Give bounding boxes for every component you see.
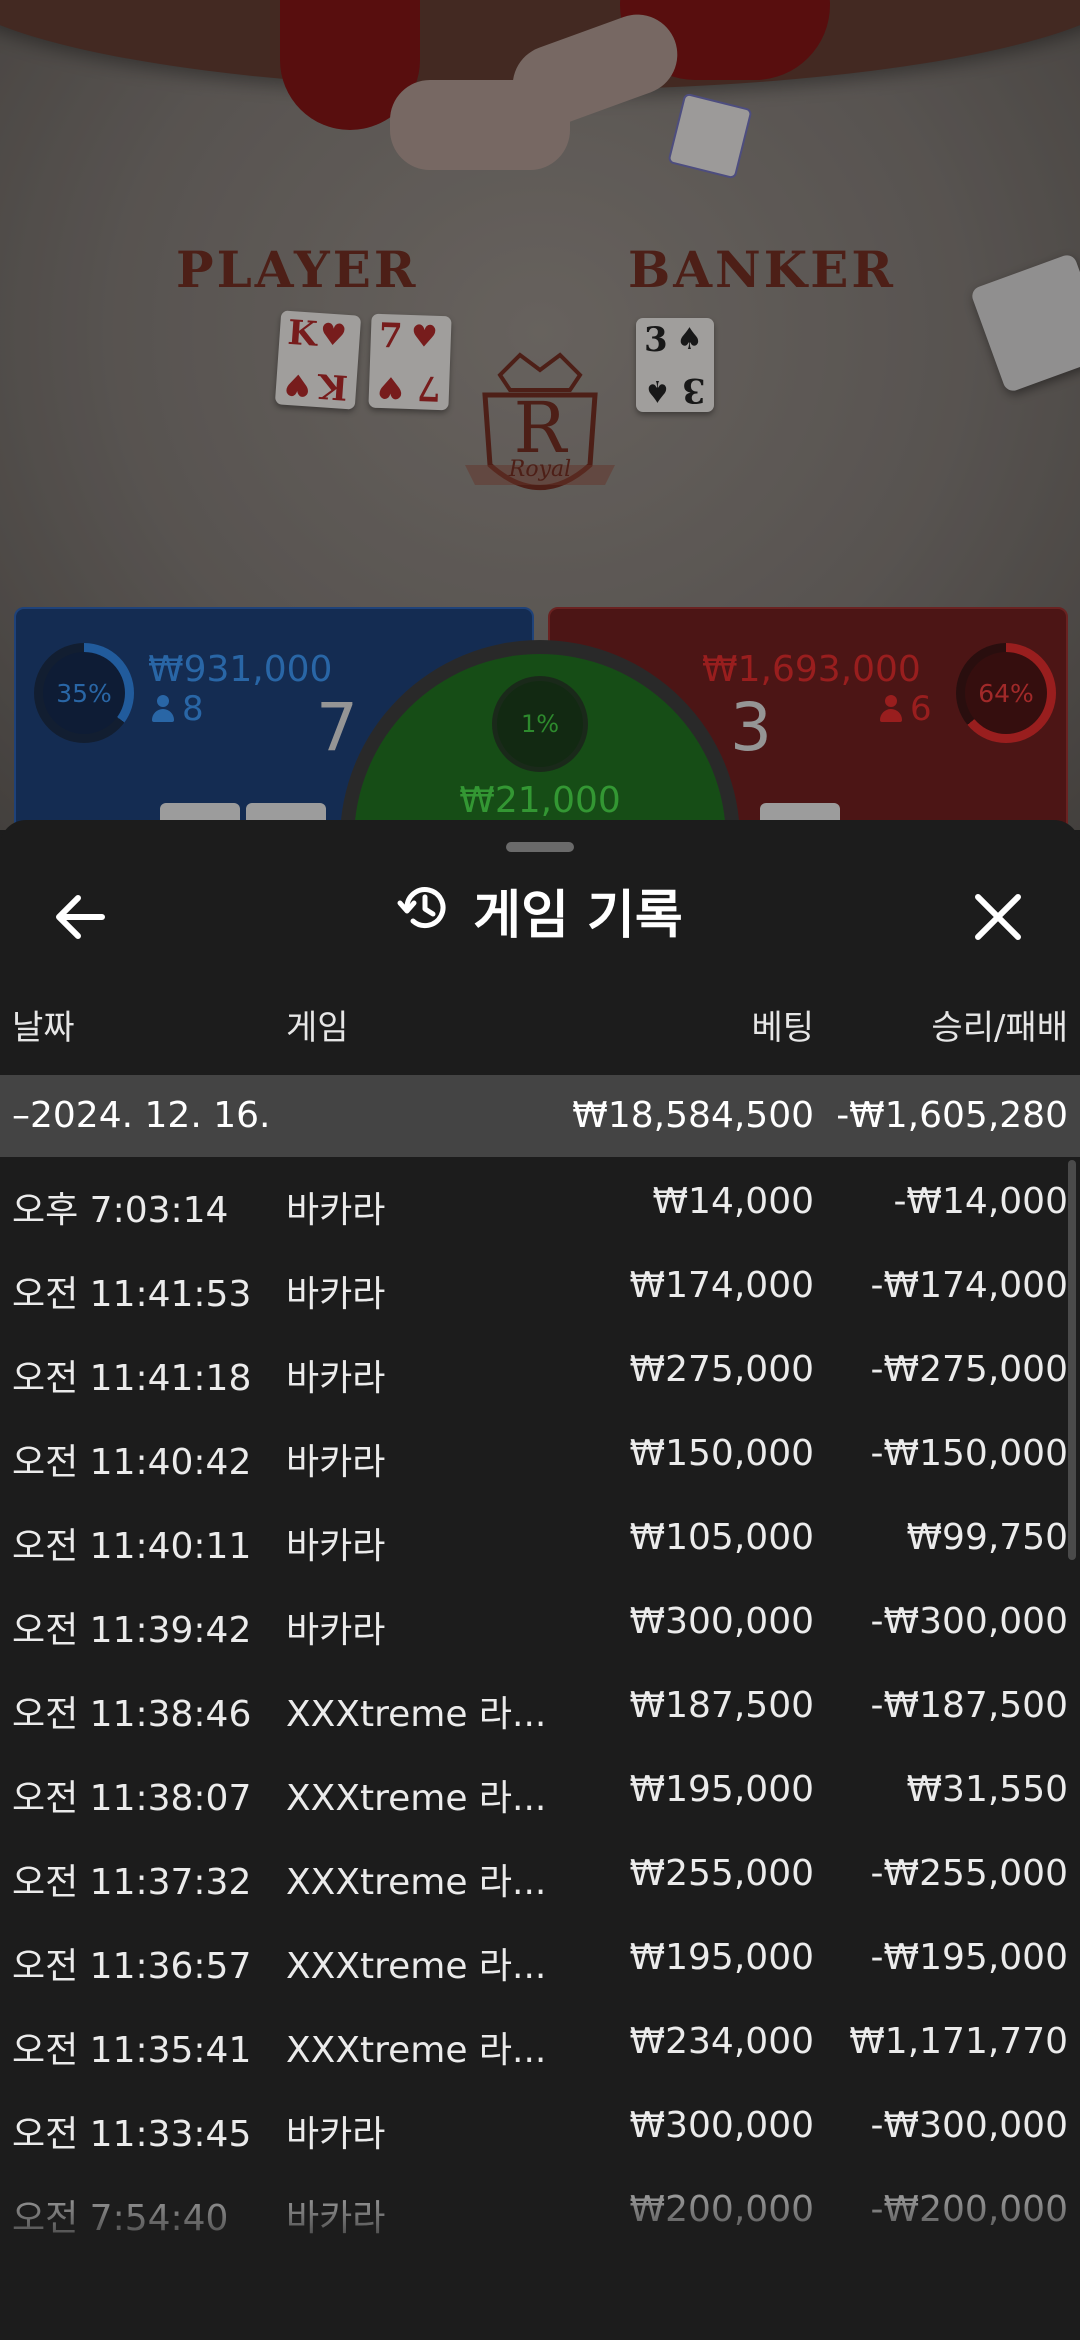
- close-button[interactable]: [963, 882, 1033, 952]
- row-win-loss: -₩150,000: [870, 1433, 1068, 1474]
- row-bet: ₩234,000: [629, 2021, 814, 2062]
- row-win-loss: ₩99,750: [906, 1517, 1068, 1558]
- row-win-loss: -₩174,000: [870, 1265, 1068, 1306]
- sheet-title: 게임 기록: [0, 860, 1080, 960]
- sheet-header: 게임 기록: [0, 860, 1080, 960]
- row-win-loss: -₩300,000: [870, 2105, 1068, 2146]
- history-row[interactable]: 오전 11:39:42 바카라 ₩300,000 -₩300,000: [0, 1577, 1080, 1661]
- row-bet: ₩150,000: [629, 1433, 814, 1474]
- row-bet: ₩14,000: [652, 1181, 814, 1222]
- table-column-headers: 날짜 게임 베팅 승리/패배: [0, 1000, 1080, 1060]
- history-row[interactable]: 오전 11:38:46 XXXtreme 라... ₩187,500 -₩187,50…: [0, 1661, 1080, 1745]
- row-game: 바카라: [286, 1442, 386, 1483]
- row-time: 오전 11:38:46: [12, 1694, 252, 1735]
- row-game: 바카라: [286, 1190, 386, 1231]
- row-game: XXXtreme 라...: [286, 2030, 547, 2071]
- game-history-sheet: 게임 기록 날짜 게임 베팅 승리/패배 –2024. 12. 16. ₩18,…: [0, 820, 1080, 2340]
- close-icon: [975, 894, 1021, 940]
- row-time: 오전 11:37:32: [12, 1862, 252, 1903]
- column-header-win-loss[interactable]: 승리/패배: [931, 1000, 1068, 1049]
- back-button[interactable]: [46, 882, 116, 952]
- history-clock-icon: [397, 881, 451, 939]
- row-game: XXXtreme 라...: [286, 1946, 547, 1987]
- row-win-loss: -₩275,000: [870, 1349, 1068, 1390]
- arrow-left-icon: [56, 895, 105, 939]
- history-row[interactable]: 오전 11:38:07 XXXtreme 라... ₩195,000 ₩31,550: [0, 1745, 1080, 1829]
- history-rows: 오후 7:03:14 바카라 ₩14,000 -₩14,000 오전 11:41:53 바…: [0, 1157, 1080, 2249]
- row-time: 오전 11:35:41: [12, 2030, 252, 2071]
- history-row[interactable]: 오전 11:35:41 XXXtreme 라... ₩234,000 ₩1,171,7…: [0, 1997, 1080, 2081]
- row-time: 오전 11:38:07: [12, 1778, 252, 1819]
- history-row[interactable]: 오전 11:36:57 XXXtreme 라... ₩195,000 -₩195,00…: [0, 1913, 1080, 1997]
- row-win-loss: ₩1,171,770: [849, 2021, 1068, 2062]
- row-bet: ₩174,000: [629, 1265, 814, 1306]
- row-game: 바카라: [286, 1526, 386, 1567]
- row-win-loss: ₩31,550: [906, 1769, 1068, 1810]
- history-row[interactable]: 오전 11:40:42 바카라 ₩150,000 -₩150,000: [0, 1409, 1080, 1493]
- row-bet: ₩195,000: [629, 1937, 814, 1978]
- row-win-loss: -₩195,000: [870, 1937, 1068, 1978]
- row-game: 바카라: [286, 1274, 386, 1315]
- row-bet: ₩187,500: [629, 1685, 814, 1726]
- row-bet: ₩300,000: [629, 1601, 814, 1642]
- live-table-video: PLAYER BANKER K ♥ ♥ K 7 ♥ ♥ 7 3 ♠ ♠ 3 R …: [0, 0, 1080, 830]
- column-header-game[interactable]: 게임: [286, 1000, 349, 1049]
- row-time: 오후 7:03:14: [12, 1190, 229, 1231]
- dim-overlay: [0, 0, 1080, 830]
- row-time: 오전 11:41:18: [12, 1358, 252, 1399]
- row-game: XXXtreme 라...: [286, 1694, 547, 1735]
- row-bet: ₩105,000: [629, 1517, 814, 1558]
- row-game: XXXtreme 라...: [286, 1778, 547, 1819]
- row-time: 오전 11:39:42: [12, 1610, 252, 1651]
- history-row[interactable]: 오전 11:40:11 바카라 ₩105,000 ₩99,750: [0, 1493, 1080, 1577]
- row-time: 오전 11:41:53: [12, 1274, 252, 1315]
- row-win-loss: -₩14,000: [893, 1181, 1068, 1222]
- history-row[interactable]: 오전 11:41:53 바카라 ₩174,000 -₩174,000: [0, 1241, 1080, 1325]
- history-row[interactable]: 오후 7:03:14 바카라 ₩14,000 -₩14,000: [0, 1157, 1080, 1241]
- bottom-fade: [0, 2150, 1080, 2340]
- sheet-title-text: 게임 기록: [473, 885, 683, 946]
- row-win-loss: -₩187,500: [870, 1685, 1068, 1726]
- row-game: XXXtreme 라...: [286, 1862, 547, 1903]
- date-group-row[interactable]: –2024. 12. 16. ₩18,584,500 -₩1,605,280: [0, 1075, 1080, 1157]
- column-header-date[interactable]: 날짜: [12, 1000, 75, 1049]
- row-win-loss: -₩255,000: [870, 1853, 1068, 1894]
- scrollbar[interactable]: [1068, 1160, 1076, 1560]
- group-date: –2024. 12. 16.: [12, 1095, 271, 1136]
- row-bet: ₩195,000: [629, 1769, 814, 1810]
- row-bet: ₩275,000: [629, 1349, 814, 1390]
- sheet-drag-handle[interactable]: [506, 842, 574, 852]
- history-row[interactable]: 오전 11:37:32 XXXtreme 라... ₩255,000 -₩255,00…: [0, 1829, 1080, 1913]
- row-time: 오전 11:36:57: [12, 1946, 252, 1987]
- column-header-bet[interactable]: 베팅: [751, 1000, 814, 1049]
- history-row[interactable]: 오전 11:41:18 바카라 ₩275,000 -₩275,000: [0, 1325, 1080, 1409]
- row-time: 오전 11:40:42: [12, 1442, 252, 1483]
- row-bet: ₩300,000: [629, 2105, 814, 2146]
- group-bet-total: ₩18,584,500: [572, 1095, 814, 1136]
- row-time: 오전 11:40:11: [12, 1526, 252, 1567]
- row-game: 바카라: [286, 1358, 386, 1399]
- group-win-loss-total: -₩1,605,280: [836, 1095, 1068, 1136]
- row-bet: ₩255,000: [629, 1853, 814, 1894]
- row-game: 바카라: [286, 1610, 386, 1651]
- row-win-loss: -₩300,000: [870, 1601, 1068, 1642]
